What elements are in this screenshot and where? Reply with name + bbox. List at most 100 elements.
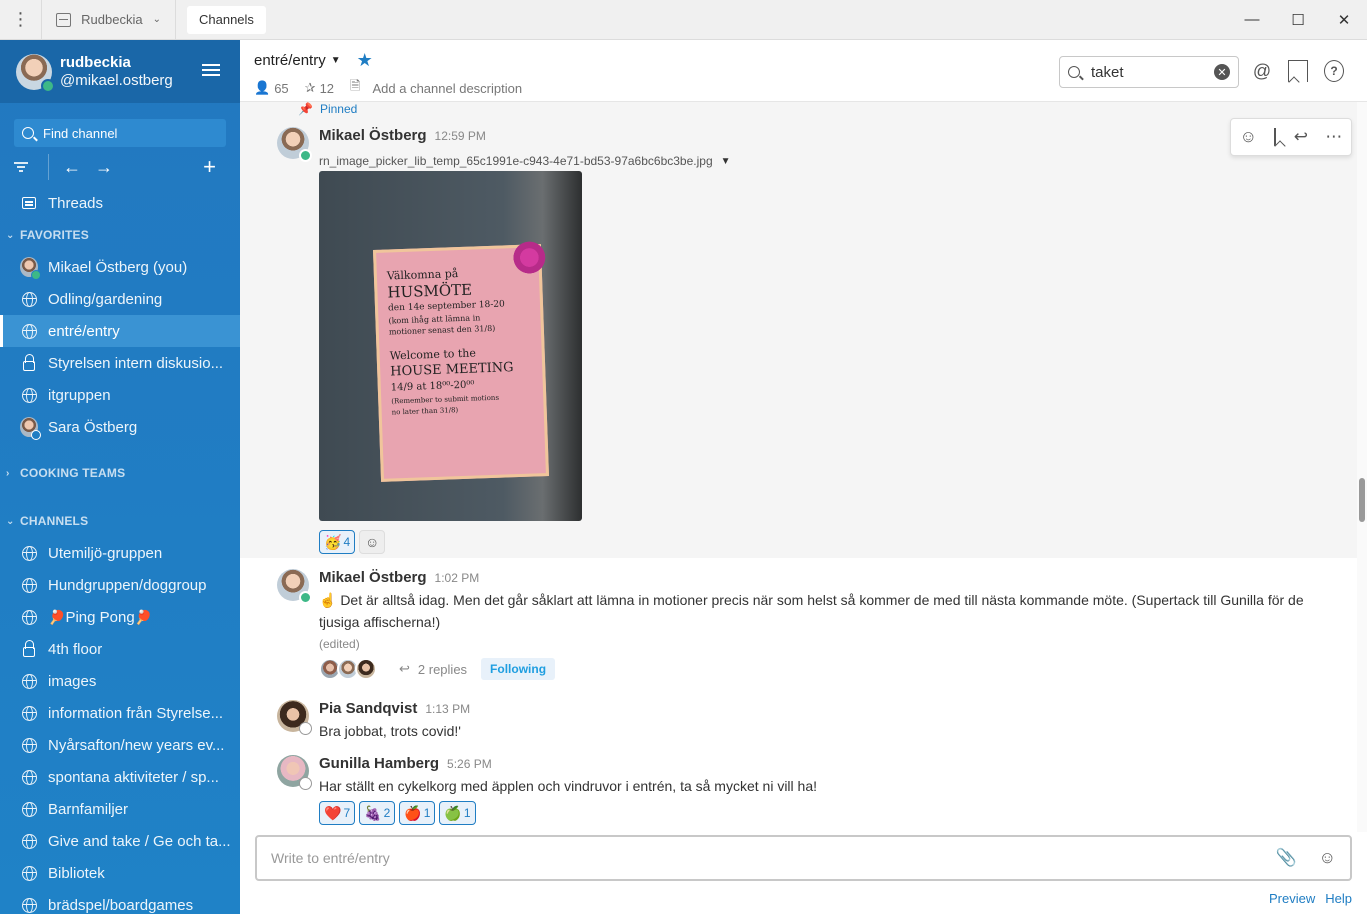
channel-title[interactable]: entré/entry ▼ ★ (254, 50, 373, 71)
sidebar-toolbar: ← → + (0, 147, 240, 187)
grapes-icon: 🍇 (364, 804, 382, 821)
post-header: Pia Sandqvist 1:13 PM (319, 700, 470, 717)
post-time[interactable]: 1:02 PM (435, 571, 480, 585)
pin-icon: ✰ (304, 80, 316, 95)
preview-link[interactable]: Preview (1269, 891, 1315, 906)
member-count[interactable]: 👤 65 (254, 80, 289, 96)
following-button[interactable]: Following (481, 658, 556, 680)
attachment-icon[interactable]: 📎 (1275, 848, 1296, 868)
online-status-icon (41, 78, 55, 93)
scrollbar[interactable] (1357, 102, 1367, 832)
caret-down-icon[interactable]: ▼ (721, 156, 731, 167)
server-icon (56, 12, 72, 27)
add-channel-icon[interactable]: + (203, 154, 216, 180)
server-dropdown[interactable]: Rudbeckia ⌄ (42, 0, 176, 40)
post-message: ☝️ Det är alltså idag. Men det går såkla… (319, 592, 1304, 630)
sidebar-item-ping-pong[interactable]: 🏓 Ping Pong 🏓 (0, 601, 240, 633)
maximize-icon[interactable]: ☐ (1275, 0, 1321, 40)
help-icon[interactable]: ? (1324, 60, 1344, 82)
avatar[interactable] (277, 127, 312, 162)
avatar[interactable] (277, 569, 312, 604)
hamburger-menu-icon[interactable] (202, 64, 220, 76)
reaction-button[interactable]: ❤️ 7 (319, 801, 356, 825)
filter-icon[interactable] (14, 162, 28, 172)
reaction-button[interactable]: 🍎 1 (399, 801, 436, 825)
emoji-reaction-icon[interactable]: ☺ (1240, 127, 1257, 147)
sidebar-item-threads[interactable]: Threads (0, 187, 240, 219)
reaction-button[interactable]: 🍏 1 (439, 801, 476, 825)
team-header[interactable]: rudbeckia @mikael.ostberg (0, 40, 240, 103)
emoji-picker-icon[interactable]: ☺ (1319, 848, 1336, 868)
post-time[interactable]: 5:26 PM (447, 757, 492, 771)
app-menu-icon[interactable]: ⋮ (0, 0, 42, 40)
sidebar-item-barnfamiljer[interactable]: Barnfamiljer (0, 793, 240, 825)
post-author[interactable]: Mikael Östberg (319, 127, 427, 144)
more-actions-icon[interactable]: ⋯ (1325, 127, 1342, 147)
channels-section-header[interactable]: ⌄ CHANNELS (0, 505, 240, 537)
add-reaction-icon[interactable]: ☺ (359, 530, 386, 554)
globe-icon (21, 833, 37, 849)
minimize-icon[interactable]: — (1229, 0, 1275, 40)
sidebar-item-mikael[interactable]: Mikael Östberg (you) (0, 251, 240, 283)
tab-channels[interactable]: Channels (187, 5, 266, 34)
sidebar-item-images[interactable]: images (0, 665, 240, 697)
sidebar-item-entre[interactable]: entré/entry (0, 315, 240, 347)
favorites-section-header[interactable]: ⌄ FAVORITES (0, 219, 240, 251)
post-hover-menu: ☺ ↩ ⋯ (1230, 118, 1352, 156)
saved-messages-icon[interactable] (1288, 60, 1308, 82)
search-input[interactable]: taket ✕ (1059, 56, 1239, 88)
reaction-button[interactable]: 🥳 4 (319, 530, 356, 554)
avatar[interactable] (16, 53, 55, 93)
sidebar-item-styrelsen[interactable]: Styrelsen intern diskusio... (0, 347, 240, 379)
green-apple-icon: 🍏 (444, 804, 462, 821)
channel-name: entré/entry (254, 52, 326, 69)
pinned-count[interactable]: ✰ 12 (305, 80, 334, 96)
favorite-star-icon[interactable]: ★ (357, 50, 373, 71)
attachment-filename[interactable]: rn_image_picker_lib_temp_65c1991e-c943-4… (319, 154, 731, 168)
scrollbar-thumb[interactable] (1359, 478, 1365, 522)
add-description-link[interactable]: 🗎 Add a channel description (350, 77, 522, 99)
composer-links: Preview Help (1269, 891, 1352, 906)
sidebar-item-utemiljo[interactable]: Utemiljö-gruppen (0, 537, 240, 569)
sidebar-item-give-and-take[interactable]: Give and take / Ge och ta... (0, 825, 240, 857)
attached-image[interactable]: Välkomna på HUSMÖTE den 14e september 18… (319, 171, 582, 521)
sidebar-item-hundgruppen[interactable]: Hundgruppen/doggroup (0, 569, 240, 601)
sidebar-item-bibliotek[interactable]: Bibliotek (0, 857, 240, 889)
reply-icon[interactable]: ↩ (1294, 127, 1308, 147)
globe-icon (21, 737, 37, 753)
avatar[interactable] (277, 700, 312, 735)
sidebar-item-nyarsafton[interactable]: Nyårsafton/new years ev... (0, 729, 240, 761)
sidebar-item-sara[interactable]: Sara Östberg (0, 411, 240, 443)
lock-icon (23, 639, 35, 657)
find-channel-button[interactable]: Find channel (14, 119, 226, 147)
back-arrow-icon[interactable]: ← (63, 157, 81, 178)
message-input[interactable]: Write to entré/entry 📎 ☺ (255, 835, 1352, 881)
post-author[interactable]: Gunilla Hamberg (319, 755, 439, 772)
post-time[interactable]: 12:59 PM (435, 129, 486, 143)
chevron-down-icon: ⌄ (152, 14, 161, 25)
avatar[interactable] (277, 755, 312, 790)
avatar (20, 417, 41, 440)
close-icon[interactable]: ✕ (1321, 0, 1367, 40)
help-link[interactable]: Help (1325, 891, 1352, 906)
globe-icon (21, 865, 37, 881)
post-author[interactable]: Pia Sandqvist (319, 700, 417, 717)
clear-search-icon[interactable]: ✕ (1214, 64, 1230, 80)
search-icon (22, 127, 34, 139)
sidebar-item-itgruppen[interactable]: itgruppen (0, 379, 240, 411)
cooking-teams-section-header[interactable]: › COOKING TEAMS (0, 457, 240, 489)
forward-arrow-icon[interactable]: → (95, 157, 113, 178)
sidebar-item-information[interactable]: information från Styrelse... (0, 697, 240, 729)
reaction-button[interactable]: 🍇 2 (359, 801, 396, 825)
sidebar-item-spontana[interactable]: spontana aktiviteter / sp... (0, 761, 240, 793)
mentions-icon[interactable]: @ (1252, 60, 1272, 82)
sidebar-item-bradspel[interactable]: brädspel/boardgames (0, 889, 240, 914)
replies-link[interactable]: ↩ 2 replies (399, 661, 467, 677)
sidebar-item-4th-floor[interactable]: 4th floor (0, 633, 240, 665)
sidebar-item-odling[interactable]: Odling/gardening (0, 283, 240, 315)
post-author[interactable]: Mikael Östberg (319, 569, 427, 586)
post-time[interactable]: 1:13 PM (425, 702, 470, 716)
globe-icon (21, 705, 37, 721)
poster-text: Välkomna på HUSMÖTE den 14e september 18… (386, 267, 514, 417)
save-post-icon[interactable] (1274, 127, 1277, 146)
